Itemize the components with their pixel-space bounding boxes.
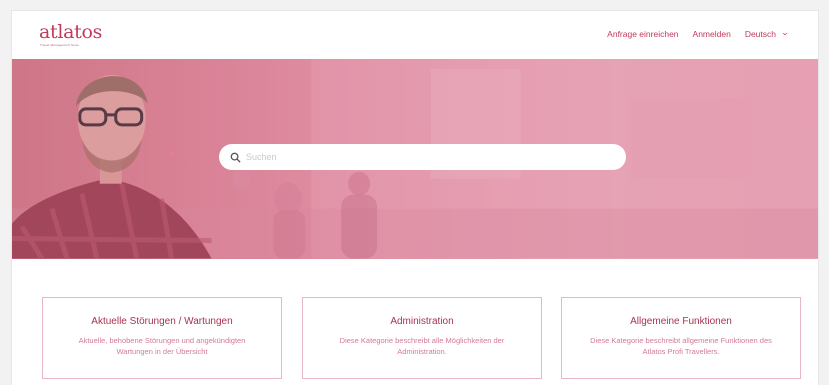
logo-tagline: Travel Management Suite xyxy=(40,43,79,47)
page-frame: atlatos Travel Management Suite Anfrage … xyxy=(11,10,819,385)
chevron-down-icon xyxy=(782,32,788,36)
nav-submit-request-link[interactable]: Anfrage einreichen xyxy=(607,29,678,39)
logo[interactable]: atlatos xyxy=(39,21,102,43)
search-input[interactable] xyxy=(246,152,606,162)
card-description: Aktuelle, behobene Störungen und angekün… xyxy=(78,336,246,356)
language-label: Deutsch xyxy=(744,29,776,39)
search-icon xyxy=(230,152,241,163)
hero-banner xyxy=(12,59,818,259)
card-title: Administration xyxy=(390,316,454,327)
search-bar[interactable] xyxy=(219,144,626,170)
language-selector[interactable]: Deutsch xyxy=(745,29,788,39)
card-title: Aktuelle Störungen / Wartungen xyxy=(91,316,233,327)
category-card-administration[interactable]: Administration Diese Kategorie beschreib… xyxy=(302,297,542,379)
category-card-allgemeine-funktionen[interactable]: Allgemeine Funktionen Diese Kategorie be… xyxy=(561,297,801,379)
category-card-stoerungen[interactable]: Aktuelle Störungen / Wartungen Aktuelle,… xyxy=(42,297,282,379)
card-description: Diese Kategorie beschreibt allgemeine Fu… xyxy=(590,336,772,356)
nav-login-link[interactable]: Anmelden xyxy=(693,29,731,39)
top-nav: Anfrage einreichen Anmelden Deutsch xyxy=(607,29,788,39)
card-description: Diese Kategorie beschreibt alle Möglichk… xyxy=(339,336,505,356)
card-title: Allgemeine Funktionen xyxy=(630,316,732,327)
category-cards: Aktuelle Störungen / Wartungen Aktuelle,… xyxy=(42,297,802,385)
header: atlatos Travel Management Suite Anfrage … xyxy=(12,11,818,59)
